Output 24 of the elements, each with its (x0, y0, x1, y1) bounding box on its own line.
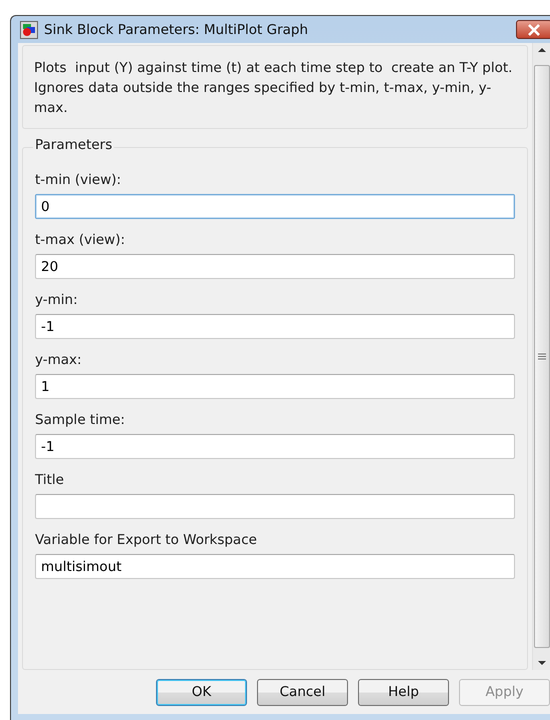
dialog-button[interactable]: OK (156, 678, 247, 706)
input-field[interactable]: 1 (35, 374, 515, 399)
field-label: y-max: (35, 352, 83, 368)
close-icon (527, 24, 541, 36)
field-label: y-min: (35, 292, 79, 308)
field-label: Title (35, 472, 65, 488)
field-label: Sample time: (35, 412, 126, 428)
window-title: Sink Block Parameters: MultiPlot Graph (44, 22, 310, 38)
field-label: Variable for Export to Workspace (35, 532, 258, 548)
dialog-button[interactable]: Help (358, 678, 449, 706)
field-label: t-min (view): (35, 172, 122, 188)
description-text: Plots input (Y) against time (t) at each time step to create an T-Y plot. Ignores data outside the ranges specified by t-min, t-max, y-min, y-max. (22, 45, 528, 129)
scrollbar[interactable] (532, 43, 550, 670)
block-icon (20, 20, 38, 38)
input-field[interactable]: 20 (35, 254, 515, 279)
input-field[interactable]: 0 (35, 194, 515, 219)
input-field[interactable]: -1 (35, 434, 515, 459)
input-field[interactable] (35, 494, 515, 519)
field-label: t-max (view): (35, 232, 126, 248)
close-button[interactable] (516, 20, 550, 39)
input-field[interactable]: -1 (35, 314, 515, 339)
input-field[interactable]: multisimout (35, 554, 515, 579)
scroll-thumb[interactable] (534, 65, 550, 648)
dialog-button[interactable]: Cancel (257, 678, 348, 706)
